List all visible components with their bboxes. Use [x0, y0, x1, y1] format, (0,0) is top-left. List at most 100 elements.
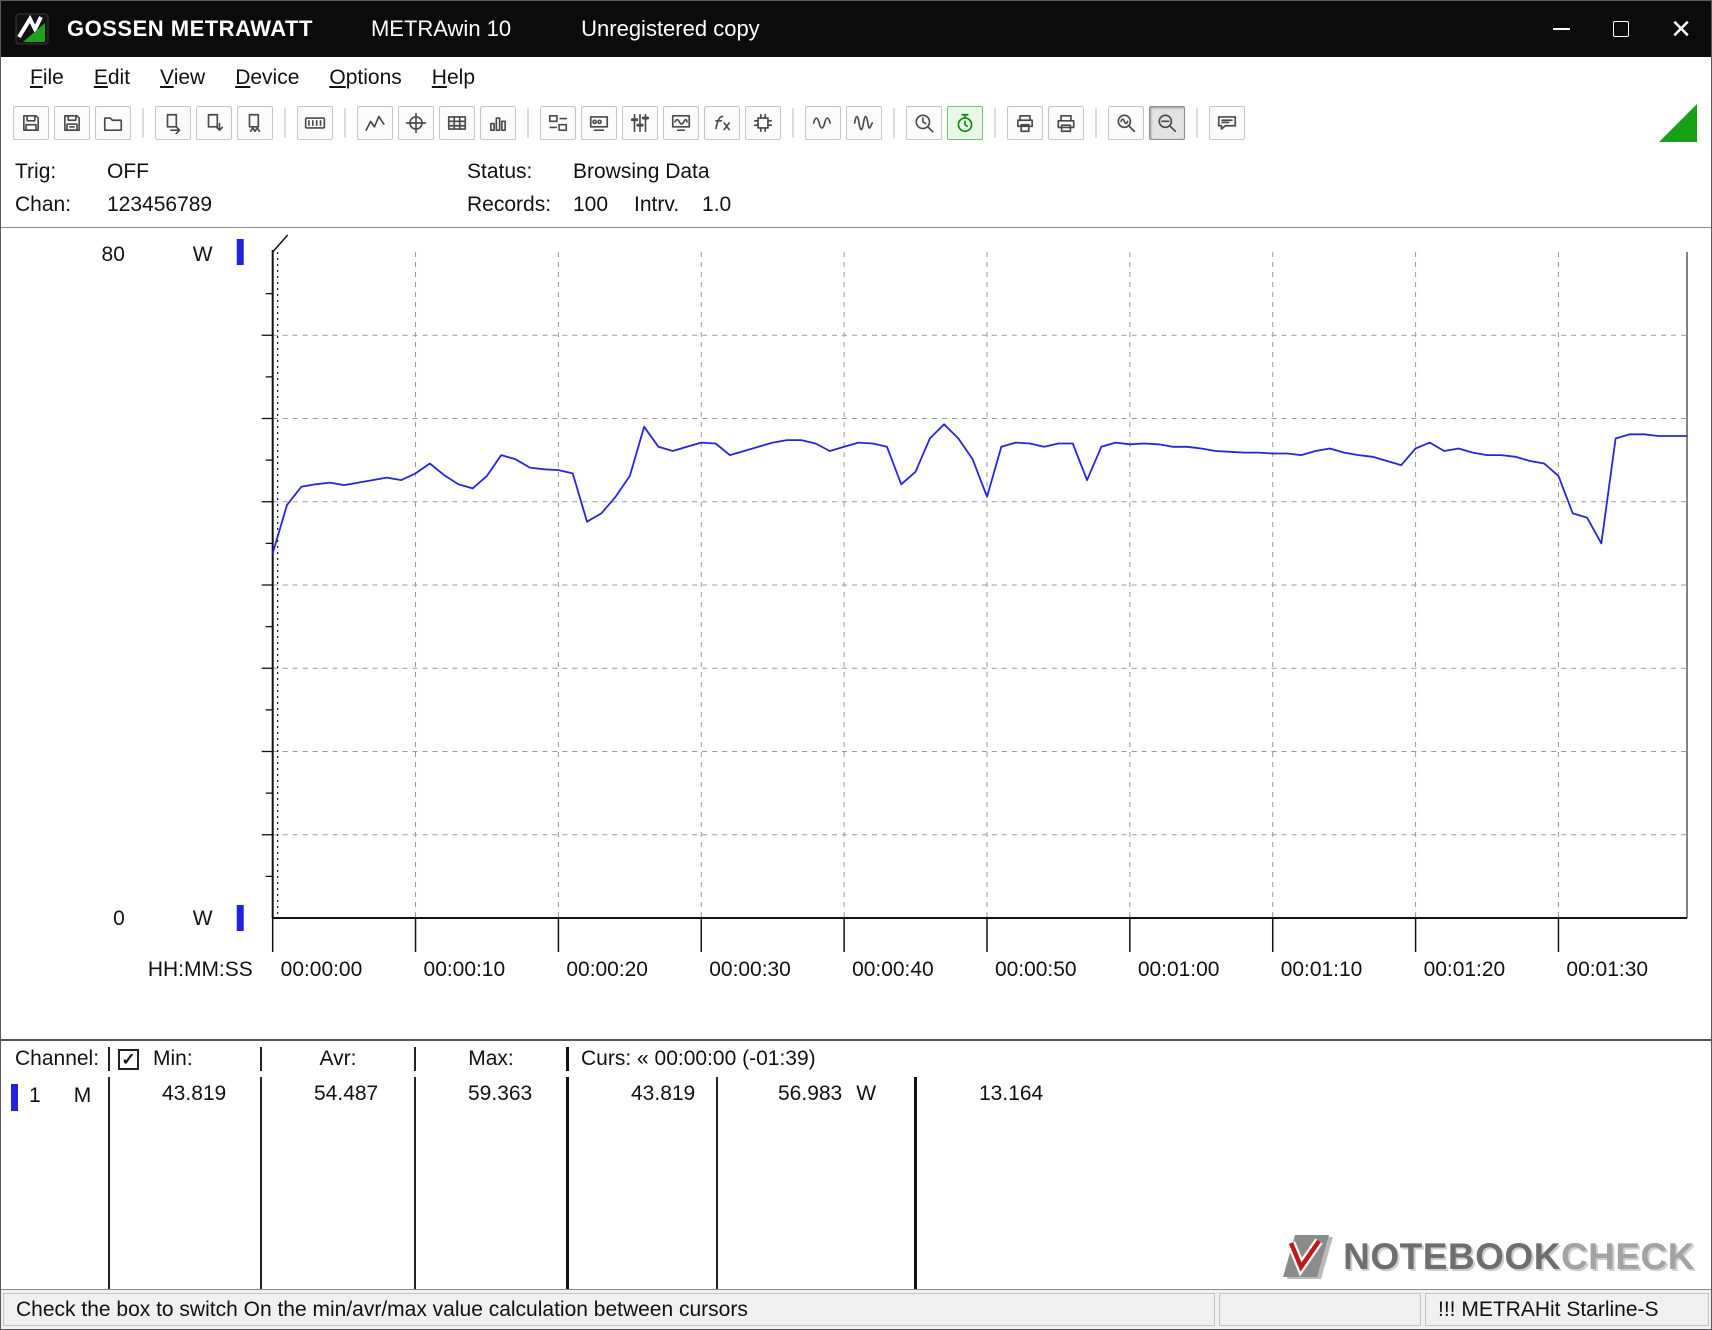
export-table-icon [207, 113, 224, 131]
time-zoom-icon [915, 114, 934, 133]
save-all-icon [64, 115, 80, 131]
menu-item-view[interactable]: View [145, 61, 220, 95]
function-fx-button[interactable] [704, 106, 740, 140]
data-transfer-button[interactable] [540, 106, 576, 140]
time-zoom-button[interactable] [906, 106, 942, 140]
svg-text:00:01:30: 00:01:30 [1566, 958, 1648, 981]
svg-text:00:00:20: 00:00:20 [566, 958, 648, 981]
statusbar-spacer [1219, 1293, 1421, 1326]
timer-icon [957, 113, 973, 133]
close-icon: × [1671, 10, 1691, 48]
crosshair-cursor-button[interactable] [398, 106, 434, 140]
waveform-large-button[interactable] [846, 106, 882, 140]
close-button[interactable]: × [1651, 1, 1711, 57]
menu-item-file[interactable]: File [15, 61, 79, 95]
interval-label: Intrv. [634, 193, 680, 216]
print-icon [1057, 115, 1075, 133]
memory-read-button[interactable] [745, 106, 781, 140]
svg-text:00:01:00: 00:01:00 [1138, 958, 1220, 981]
monitor-display-icon [671, 115, 691, 131]
svg-text:00:00:30: 00:00:30 [709, 958, 791, 981]
channel-color-marker [11, 1084, 18, 1111]
table-view-icon [447, 116, 467, 130]
maximize-button[interactable] [1591, 1, 1651, 57]
maximize-icon [1613, 21, 1629, 37]
toolbar [1, 99, 1711, 147]
status-bar: Check the box to switch On the min/avr/m… [1, 1289, 1711, 1329]
records-value: 100 [573, 193, 609, 216]
toolbar-separator [1196, 108, 1198, 138]
interval-value: 1.0 [702, 193, 732, 216]
timer-button[interactable] [947, 106, 983, 140]
table-header-row: Channel: ✓ Min: Avr: Max: Curs: « 00:00:… [1, 1041, 1711, 1077]
zoom-horizontal-icon [1117, 114, 1136, 133]
zoom-cursor-button[interactable] [1149, 106, 1185, 140]
app-title: METRAwin 10 [370, 16, 512, 41]
waveform-small-button[interactable] [805, 106, 841, 140]
title-bar: GOSSEN METRAWATT METRAwin 10 Unregistere… [1, 1, 1711, 57]
monitor-display-button[interactable] [663, 106, 699, 140]
lcd-display-button[interactable] [297, 106, 333, 140]
avr-value: 54.487 [260, 1077, 414, 1289]
chan-label: Chan: [15, 193, 72, 216]
toolbar-separator [994, 108, 996, 138]
save-all-button[interactable] [54, 106, 90, 140]
table-view-button[interactable] [439, 106, 475, 140]
svg-text:0: 0 [113, 907, 125, 930]
channel-settings-button[interactable] [622, 106, 658, 140]
statusbar-message: Check the box to switch On the min/avr/m… [3, 1293, 1215, 1326]
export-table-button[interactable] [196, 106, 232, 140]
cursor2-value: 56.983 [778, 1082, 843, 1105]
open-button[interactable] [95, 106, 131, 140]
chart-panel[interactable]: 00:00:00 00:00:10 00:00:20 00:00:30 00:00:40… [1, 227, 1711, 1039]
records-label: Records: [467, 193, 552, 216]
minimize-button[interactable] [1531, 1, 1591, 57]
export-text-icon [166, 113, 181, 134]
svg-text:00:00:00: 00:00:00 [281, 958, 363, 981]
status-label: Status: [467, 160, 533, 183]
max-value: 59.363 [414, 1077, 566, 1289]
export-meter-icon [248, 113, 261, 133]
menu-item-edit[interactable]: Edit [79, 61, 145, 95]
print-preview-button[interactable] [1007, 106, 1043, 140]
print-button[interactable] [1048, 106, 1084, 140]
menu-item-options[interactable]: Options [314, 61, 416, 95]
waveform-small-icon [812, 117, 831, 129]
toolbar-separator [142, 108, 144, 138]
save-button[interactable] [13, 106, 49, 140]
menu-item-help[interactable]: Help [417, 61, 490, 95]
channel-mode: M [73, 1084, 92, 1107]
max-header: Max: [414, 1047, 566, 1071]
minmax-checkbox[interactable]: ✓ [118, 1048, 139, 1070]
gossen-metrawatt-logo [15, 13, 49, 45]
zoom-horizontal-button[interactable] [1108, 106, 1144, 140]
cursor2-unit: W [856, 1082, 877, 1105]
function-fx-icon [715, 115, 730, 131]
print-preview-icon [1017, 115, 1033, 133]
channel-number: 1 [29, 1084, 41, 1107]
histogram-view-button[interactable] [480, 106, 516, 140]
tooltip-help-icon [1217, 116, 1237, 130]
graph-view-button[interactable] [357, 106, 393, 140]
trig-value: OFF [107, 160, 149, 183]
tooltip-help-button[interactable] [1209, 106, 1245, 140]
avr-header: Avr: [260, 1047, 414, 1071]
minimize-icon [1552, 28, 1570, 30]
toolbar-separator [344, 108, 346, 138]
device-settings-button[interactable] [581, 106, 617, 140]
status-info-panel: Trig: OFF Chan: 123456789 Status: Browsi… [1, 147, 1711, 227]
svg-text:80: 80 [102, 243, 125, 266]
chan-value: 123456789 [107, 193, 213, 216]
window-controls: × [1531, 1, 1711, 57]
export-text-button[interactable] [155, 106, 191, 140]
svg-text:00:00:40: 00:00:40 [852, 958, 934, 981]
data-transfer-icon [548, 115, 568, 131]
min-header: Min: [153, 1047, 193, 1070]
power-line-chart[interactable]: 00:00:00 00:00:10 00:00:20 00:00:30 00:00:40… [1, 228, 1711, 1039]
export-meter-button[interactable] [237, 106, 273, 140]
channel-cell: 1 M [1, 1077, 108, 1289]
menu-item-device[interactable]: Device [220, 61, 314, 95]
cursor2-cell: 56.983 W [716, 1077, 914, 1289]
toolbar-separator [1095, 108, 1097, 138]
trig-label: Trig: [15, 160, 57, 183]
